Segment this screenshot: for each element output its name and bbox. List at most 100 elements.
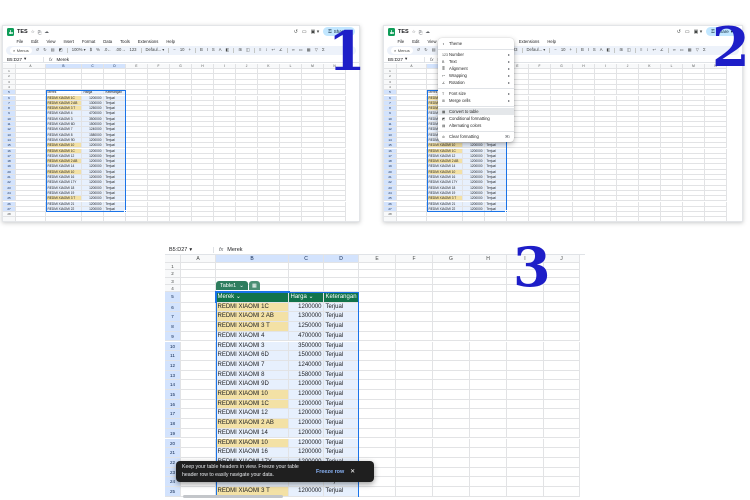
cell[interactable] <box>214 217 236 221</box>
cell[interactable]: 1200000 <box>289 487 324 497</box>
row-number[interactable]: 3 <box>165 278 181 285</box>
cell[interactable] <box>359 285 396 292</box>
cell[interactable] <box>396 361 433 371</box>
cell[interactable]: 1580000 <box>289 371 324 381</box>
column-letter[interactable]: C <box>289 255 324 263</box>
cell[interactable] <box>181 371 216 381</box>
cell[interactable] <box>485 217 507 221</box>
cell[interactable] <box>359 322 396 332</box>
cell[interactable] <box>639 217 661 221</box>
cell[interactable] <box>507 371 544 381</box>
row-number[interactable] <box>384 217 397 221</box>
cell[interactable] <box>433 448 470 458</box>
cell[interactable]: Terjual <box>324 380 359 390</box>
cell[interactable]: REDMI XIAOMI 8 <box>216 371 289 381</box>
name-box[interactable]: B5:D27▾ <box>3 56 37 62</box>
cell[interactable] <box>433 312 470 322</box>
cell[interactable] <box>181 400 216 410</box>
cell[interactable] <box>46 217 82 221</box>
column-letter[interactable]: E <box>359 255 396 263</box>
select-all-corner[interactable] <box>165 255 181 263</box>
cell[interactable] <box>396 419 433 429</box>
cell[interactable] <box>507 217 529 221</box>
range-selector-icon[interactable]: ▦ <box>249 281 260 290</box>
cell[interactable] <box>181 390 216 400</box>
chevron-down-icon[interactable]: ⌄ <box>239 283 244 289</box>
cell[interactable] <box>181 332 216 342</box>
row-number[interactable]: 11 <box>165 351 181 361</box>
cell[interactable] <box>507 361 544 371</box>
cell[interactable] <box>359 448 396 458</box>
format-menu-item-alignment[interactable]: ≣Alignment▸ <box>438 65 514 72</box>
comment-add-icon[interactable]: ▭ <box>299 48 303 52</box>
row-number[interactable]: 9 <box>165 332 181 342</box>
font-select[interactable]: Defaul... ▾ <box>146 48 165 52</box>
cell[interactable] <box>359 351 396 361</box>
sheets-logo-icon[interactable] <box>7 28 14 36</box>
fill-color-icon[interactable]: ◧ <box>226 48 230 52</box>
cell[interactable] <box>470 263 507 270</box>
cell[interactable]: REDMI XIAOMI 12 <box>216 409 289 419</box>
cell[interactable] <box>463 217 485 221</box>
star-icon[interactable]: ☆ <box>412 29 416 35</box>
borders-icon[interactable]: ⊞ <box>619 48 623 52</box>
cell[interactable] <box>396 371 433 381</box>
cell[interactable] <box>470 458 507 468</box>
cell[interactable]: 1200000 <box>289 303 324 313</box>
cell[interactable]: 1500000 <box>289 351 324 361</box>
menu-view[interactable]: View <box>45 39 57 45</box>
row-number[interactable]: 14 <box>165 380 181 390</box>
cell[interactable]: REDMI XIAOMI 3 T <box>216 322 289 332</box>
name-box-dropdown-icon[interactable]: ▾ <box>24 56 26 62</box>
cell[interactable] <box>551 217 573 221</box>
undo-icon[interactable]: ↺ <box>36 48 40 52</box>
cell[interactable] <box>507 468 544 478</box>
text-color-icon[interactable]: A <box>219 48 222 52</box>
cell[interactable]: Terjual <box>324 429 359 439</box>
cell[interactable]: REDMI XIAOMI 16 <box>216 448 289 458</box>
cell[interactable] <box>396 285 433 292</box>
link-icon[interactable]: ∞ <box>673 48 676 52</box>
cell[interactable] <box>433 263 470 270</box>
cell[interactable] <box>181 342 216 352</box>
cell[interactable] <box>433 303 470 313</box>
move-folder-icon[interactable]: ⎘ <box>419 30 423 35</box>
table-name-chip[interactable]: Table1⌄ ▦ <box>216 281 260 290</box>
menu-extensions[interactable]: Extensions <box>517 39 540 45</box>
cell[interactable] <box>181 303 216 313</box>
cell[interactable] <box>507 303 544 313</box>
cell[interactable]: Terjual <box>324 332 359 342</box>
cell[interactable] <box>470 468 507 478</box>
cell[interactable] <box>324 270 359 277</box>
borders-icon[interactable]: ⊞ <box>238 48 242 52</box>
star-icon[interactable]: ☆ <box>31 29 35 35</box>
cell[interactable] <box>396 322 433 332</box>
cell[interactable] <box>258 217 280 221</box>
row-number[interactable]: 21 <box>165 448 181 458</box>
cell[interactable]: Terjual <box>324 361 359 371</box>
column-letter[interactable]: B <box>216 255 289 263</box>
cell[interactable] <box>433 380 470 390</box>
cell[interactable] <box>181 361 216 371</box>
italic-icon[interactable]: I <box>207 48 208 52</box>
menu-tools[interactable]: Tools <box>119 39 132 45</box>
menu-help[interactable]: Help <box>546 39 558 45</box>
cell[interactable] <box>507 429 544 439</box>
increase-decimals-icon[interactable]: .00→ <box>115 48 125 52</box>
cell[interactable] <box>544 342 580 352</box>
cell[interactable] <box>148 217 170 221</box>
wrap-text-icon[interactable]: ↩ <box>653 48 657 52</box>
cell[interactable] <box>470 390 507 400</box>
row-number[interactable]: 2 <box>165 270 181 277</box>
cell[interactable] <box>170 217 192 221</box>
row-number[interactable]: 12 <box>165 361 181 371</box>
row-number[interactable]: 1 <box>165 263 181 270</box>
horizontal-scrollbar[interactable] <box>183 495 283 498</box>
cell[interactable] <box>470 278 507 285</box>
cell[interactable] <box>181 448 216 458</box>
row-number[interactable]: 20 <box>165 439 181 449</box>
cell[interactable] <box>544 468 580 478</box>
cell[interactable] <box>433 409 470 419</box>
menu-data[interactable]: Data <box>102 39 114 45</box>
italic-icon[interactable]: I <box>588 48 589 52</box>
